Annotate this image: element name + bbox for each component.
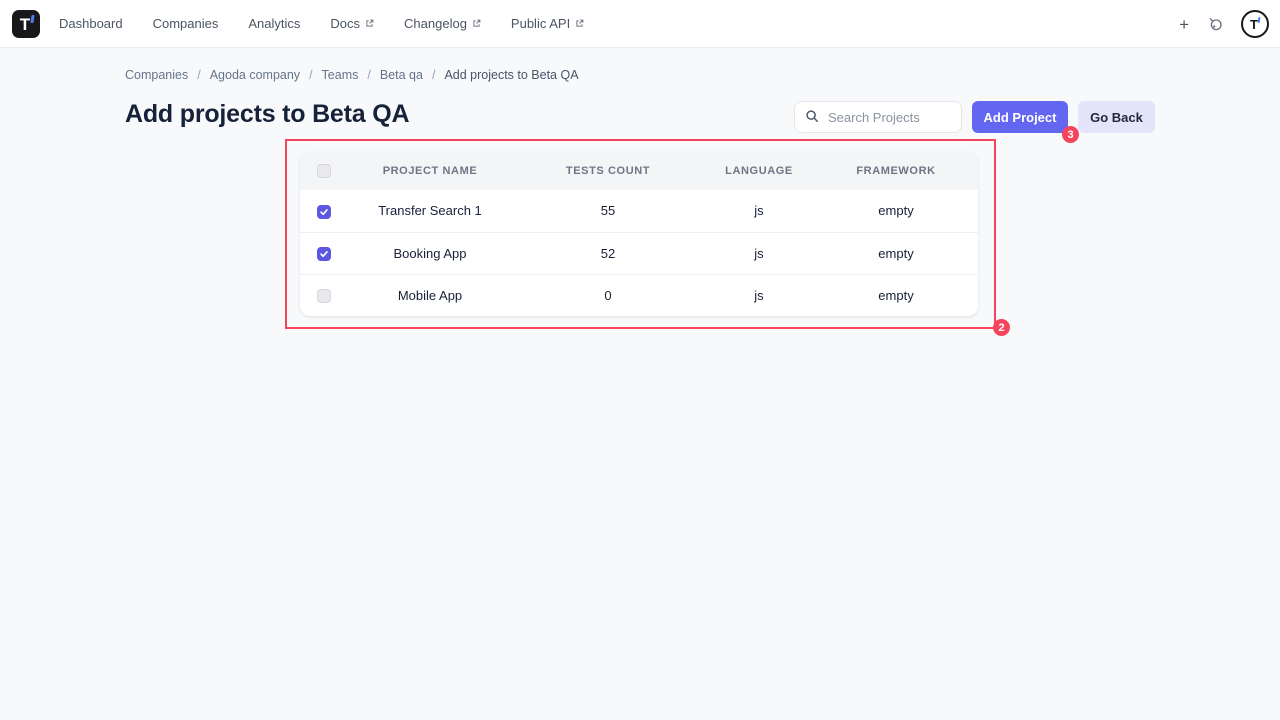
nav-item-label: Dashboard: [59, 16, 123, 31]
annotation-badge-2: 2: [993, 319, 1010, 336]
project-search: [794, 101, 962, 133]
top-navbar: T Dashboard Companies Analytics Docs Cha…: [0, 0, 1280, 48]
user-avatar[interactable]: T: [1241, 10, 1269, 38]
external-link-icon: [365, 19, 374, 28]
breadcrumb-separator: /: [309, 68, 312, 82]
nav-item-companies[interactable]: Companies: [153, 16, 219, 31]
cell-project-name: Mobile App: [348, 274, 512, 316]
cell-framework: empty: [814, 274, 978, 316]
nav-item-label: Public API: [511, 16, 570, 31]
row-checkbox[interactable]: [317, 247, 331, 261]
avatar-accent: [1258, 17, 1261, 23]
page-content: Companies / Agoda company / Teams / Beta…: [0, 48, 1280, 720]
search-projects-input[interactable]: [794, 101, 962, 133]
breadcrumb-beta-qa[interactable]: Beta qa: [380, 68, 423, 82]
cell-tests-count: 52: [512, 232, 704, 274]
breadcrumb-teams[interactable]: Teams: [322, 68, 359, 82]
nav-item-label: Companies: [153, 16, 219, 31]
breadcrumb-companies[interactable]: Companies: [125, 68, 188, 82]
nav-item-analytics[interactable]: Analytics: [248, 16, 300, 31]
column-header-project-name: PROJECT NAME: [348, 152, 512, 190]
column-header-language: LANGUAGE: [704, 152, 814, 190]
breadcrumb-separator: /: [432, 68, 435, 82]
table-row: Mobile App 0 js empty: [300, 274, 978, 316]
breadcrumb: Companies / Agoda company / Teams / Beta…: [125, 68, 579, 82]
row-checkbox-cell: [300, 232, 348, 274]
select-all-checkbox[interactable]: [317, 164, 331, 178]
cell-language: js: [704, 190, 814, 232]
page-title: Add projects to Beta QA: [125, 100, 409, 129]
main-nav: Dashboard Companies Analytics Docs Chang…: [59, 16, 584, 31]
select-all-cell: [300, 152, 348, 190]
table-header-row: PROJECT NAME TESTS COUNT LANGUAGE FRAMEW…: [300, 152, 978, 190]
nav-item-public-api[interactable]: Public API: [511, 16, 584, 31]
annotation-badge-3: 3: [1062, 126, 1079, 143]
breadcrumb-separator: /: [367, 68, 370, 82]
nav-item-docs[interactable]: Docs: [330, 16, 374, 31]
cell-language: js: [704, 274, 814, 316]
nav-item-dashboard[interactable]: Dashboard: [59, 16, 123, 31]
row-checkbox-cell: [300, 190, 348, 232]
cell-project-name: Booking App: [348, 232, 512, 274]
cell-framework: empty: [814, 232, 978, 274]
nav-item-changelog[interactable]: Changelog: [404, 16, 481, 31]
nav-item-label: Changelog: [404, 16, 467, 31]
cell-framework: empty: [814, 190, 978, 232]
row-checkbox[interactable]: [317, 205, 331, 219]
row-checkbox[interactable]: [317, 289, 331, 303]
cell-tests-count: 0: [512, 274, 704, 316]
column-header-tests-count: TESTS COUNT: [512, 152, 704, 190]
projects-table-card: PROJECT NAME TESTS COUNT LANGUAGE FRAMEW…: [300, 152, 978, 316]
table-row: Transfer Search 1 55 js empty: [300, 190, 978, 232]
app-logo-accent: [30, 15, 34, 23]
add-icon[interactable]: +: [1179, 16, 1189, 33]
go-back-button[interactable]: Go Back: [1078, 101, 1155, 133]
app-logo[interactable]: T: [12, 10, 40, 38]
add-project-button[interactable]: Add Project: [972, 101, 1068, 133]
navbar-right-actions: + T: [1179, 0, 1269, 48]
breadcrumb-separator: /: [197, 68, 200, 82]
column-header-framework: FRAMEWORK: [814, 152, 978, 190]
projects-table: PROJECT NAME TESTS COUNT LANGUAGE FRAMEW…: [300, 152, 978, 316]
avatar-letter: T: [1250, 18, 1258, 31]
breadcrumb-agoda-company[interactable]: Agoda company: [210, 68, 300, 82]
nav-item-label: Analytics: [248, 16, 300, 31]
nav-item-label: Docs: [330, 16, 360, 31]
app-logo-letter: T: [20, 16, 30, 33]
cell-tests-count: 55: [512, 190, 704, 232]
table-row: Booking App 52 js empty: [300, 232, 978, 274]
breadcrumb-current-page: Add projects to Beta QA: [444, 68, 578, 82]
cell-language: js: [704, 232, 814, 274]
external-link-icon: [575, 19, 584, 28]
cell-project-name: Transfer Search 1: [348, 190, 512, 232]
announcements-icon[interactable]: [1207, 16, 1223, 32]
row-checkbox-cell: [300, 274, 348, 316]
external-link-icon: [472, 19, 481, 28]
